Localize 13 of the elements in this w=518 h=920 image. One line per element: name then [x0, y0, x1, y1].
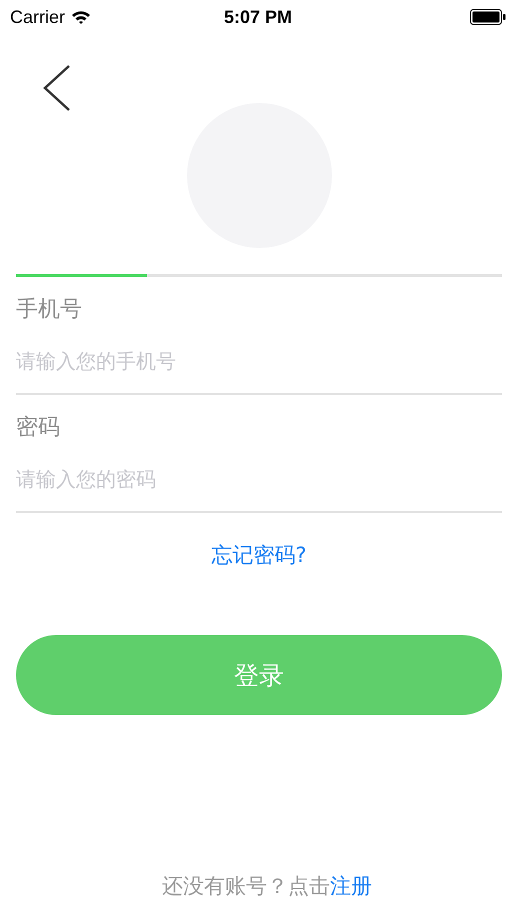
- back-icon[interactable]: [42, 64, 72, 112]
- register-link[interactable]: 注册: [330, 874, 372, 898]
- input-field[interactable]: 请输入您的手机号: [16, 331, 502, 391]
- wifi-icon: [71, 10, 92, 24]
- input-field[interactable]: 请输入您的密码: [16, 449, 502, 509]
- field-label: 手机号: [16, 296, 83, 324]
- status-time: 5:07 PM: [224, 6, 292, 28]
- login-button[interactable]: 登录: [16, 635, 502, 715]
- register-prompt: 还没有账号？点击注册: [162, 873, 373, 900]
- field-label: 密码: [16, 414, 61, 442]
- forgot-password-link[interactable]: 忘记密码?: [211, 541, 307, 569]
- battery-icon: [470, 9, 506, 25]
- carrier-label: Carrier: [10, 6, 66, 28]
